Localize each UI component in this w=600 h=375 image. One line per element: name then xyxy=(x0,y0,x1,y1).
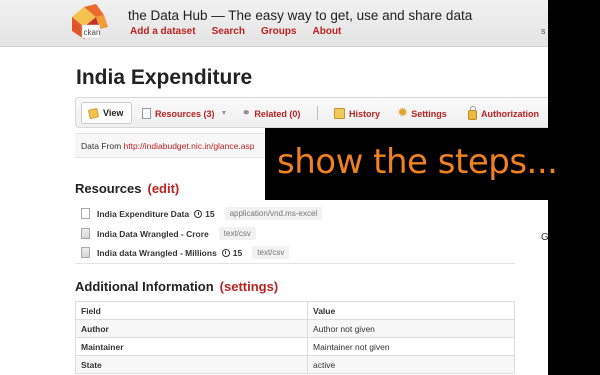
tab-authorization-label: Authorization xyxy=(481,108,539,119)
table-row: Maintainer Maintainer not given xyxy=(75,337,515,356)
resource-name[interactable]: India data Wrangled - Millions xyxy=(97,248,217,258)
top-nav: Add a dataset Search Groups About xyxy=(130,26,341,37)
value-cell: Author not given xyxy=(307,319,515,338)
spreadsheet-icon xyxy=(81,228,90,239)
tab-view-label: View xyxy=(103,108,124,118)
tab-divider xyxy=(317,106,318,120)
page-title: India Expenditure xyxy=(76,66,253,89)
resources-heading-text: Resources xyxy=(75,181,142,196)
data-source-link[interactable]: http://indiabudget.nic.in/glance.asp xyxy=(124,141,255,151)
table-row: Author Author not given xyxy=(75,319,515,338)
resource-count: 15 xyxy=(205,208,215,219)
field-cell: Maintainer xyxy=(75,337,308,356)
nav-add-dataset[interactable]: Add a dataset xyxy=(130,26,196,37)
tab-related-label: Related (0) xyxy=(254,108,301,119)
document-icon xyxy=(81,208,90,219)
link-icon: ⚭ xyxy=(242,108,251,119)
tab-settings-label: Settings xyxy=(411,108,447,119)
ckan-logo[interactable]: ckan xyxy=(64,3,120,41)
value-cell: Maintainer not given xyxy=(307,337,515,356)
resources-edit-link[interactable]: (edit) xyxy=(147,181,179,196)
tab-settings[interactable]: ✹ Settings xyxy=(398,104,447,123)
lock-icon xyxy=(468,106,477,120)
package-icon xyxy=(87,107,100,119)
resource-format-badge: text/csv xyxy=(218,227,256,240)
spreadsheet-icon xyxy=(81,247,90,258)
site-title[interactable]: the Data Hub — The easy way to get, use … xyxy=(128,8,472,23)
resource-count: 15 xyxy=(232,247,243,258)
site-header: ckan the Data Hub — The easy way to get,… xyxy=(0,0,548,47)
resource-item[interactable]: India Expenditure Data 15 application/vn… xyxy=(81,207,323,220)
resources-heading: Resources (edit) xyxy=(75,181,179,196)
resource-item[interactable]: India Data Wrangled - Crore text/csv xyxy=(81,227,256,240)
additional-info-heading-text: Additional Information xyxy=(75,279,214,294)
tab-history[interactable]: History xyxy=(334,104,380,123)
tab-history-label: History xyxy=(349,108,381,119)
logo-text: ckan xyxy=(84,28,101,37)
resource-item[interactable]: India data Wrangled - Millions 15 text/c… xyxy=(81,246,290,259)
value-cell: active xyxy=(307,355,515,374)
chevron-down-icon: ▼ xyxy=(220,110,228,117)
clock-icon xyxy=(194,209,203,218)
clock-icon xyxy=(221,248,230,257)
tab-resources[interactable]: Resources (3) ▼ xyxy=(142,104,227,123)
gear-icon: ✹ xyxy=(398,107,408,119)
section-divider xyxy=(75,263,515,264)
data-source-line: Data From http://indiabudget.nic.in/glan… xyxy=(75,133,275,158)
dataset-tab-bar: View Resources (3) ▼ ⚭ Related (0) Histo… xyxy=(75,97,548,128)
nav-about[interactable]: About xyxy=(313,26,342,37)
tab-related[interactable]: ⚭ Related (0) xyxy=(242,104,300,123)
resource-format-badge: text/csv xyxy=(252,246,290,259)
data-from-label: Data From xyxy=(81,141,122,151)
tab-resources-label: Resources (3) xyxy=(155,108,215,119)
additional-info-table: Field Value Author Author not given Main… xyxy=(75,301,515,374)
column-header-field: Field xyxy=(75,301,308,320)
resource-name[interactable]: India Expenditure Data xyxy=(97,209,189,219)
table-row: State active xyxy=(75,355,515,374)
table-header-row: Field Value xyxy=(75,301,515,320)
additional-info-heading: Additional Information (settings) xyxy=(75,279,278,294)
caption-text: show the steps... xyxy=(277,142,558,182)
header-right-fragment: s xyxy=(541,26,546,36)
field-cell: Author xyxy=(75,319,308,338)
caption-overlay: show the steps... xyxy=(265,128,600,200)
sidebar-heading-fragment: G xyxy=(541,232,548,243)
resource-format-badge: application/vnd.ms-excel xyxy=(224,207,323,220)
page-icon xyxy=(142,108,151,119)
additional-settings-link[interactable]: (settings) xyxy=(220,279,279,294)
nav-search[interactable]: Search xyxy=(212,26,245,37)
nav-groups[interactable]: Groups xyxy=(261,26,297,37)
column-header-value: Value xyxy=(307,301,515,320)
tab-authorization[interactable]: Authorization xyxy=(468,104,539,123)
folder-icon xyxy=(334,108,345,119)
field-cell: State xyxy=(75,355,308,374)
tab-view[interactable]: View xyxy=(81,102,133,124)
resource-name[interactable]: India Data Wrangled - Crore xyxy=(97,229,209,239)
